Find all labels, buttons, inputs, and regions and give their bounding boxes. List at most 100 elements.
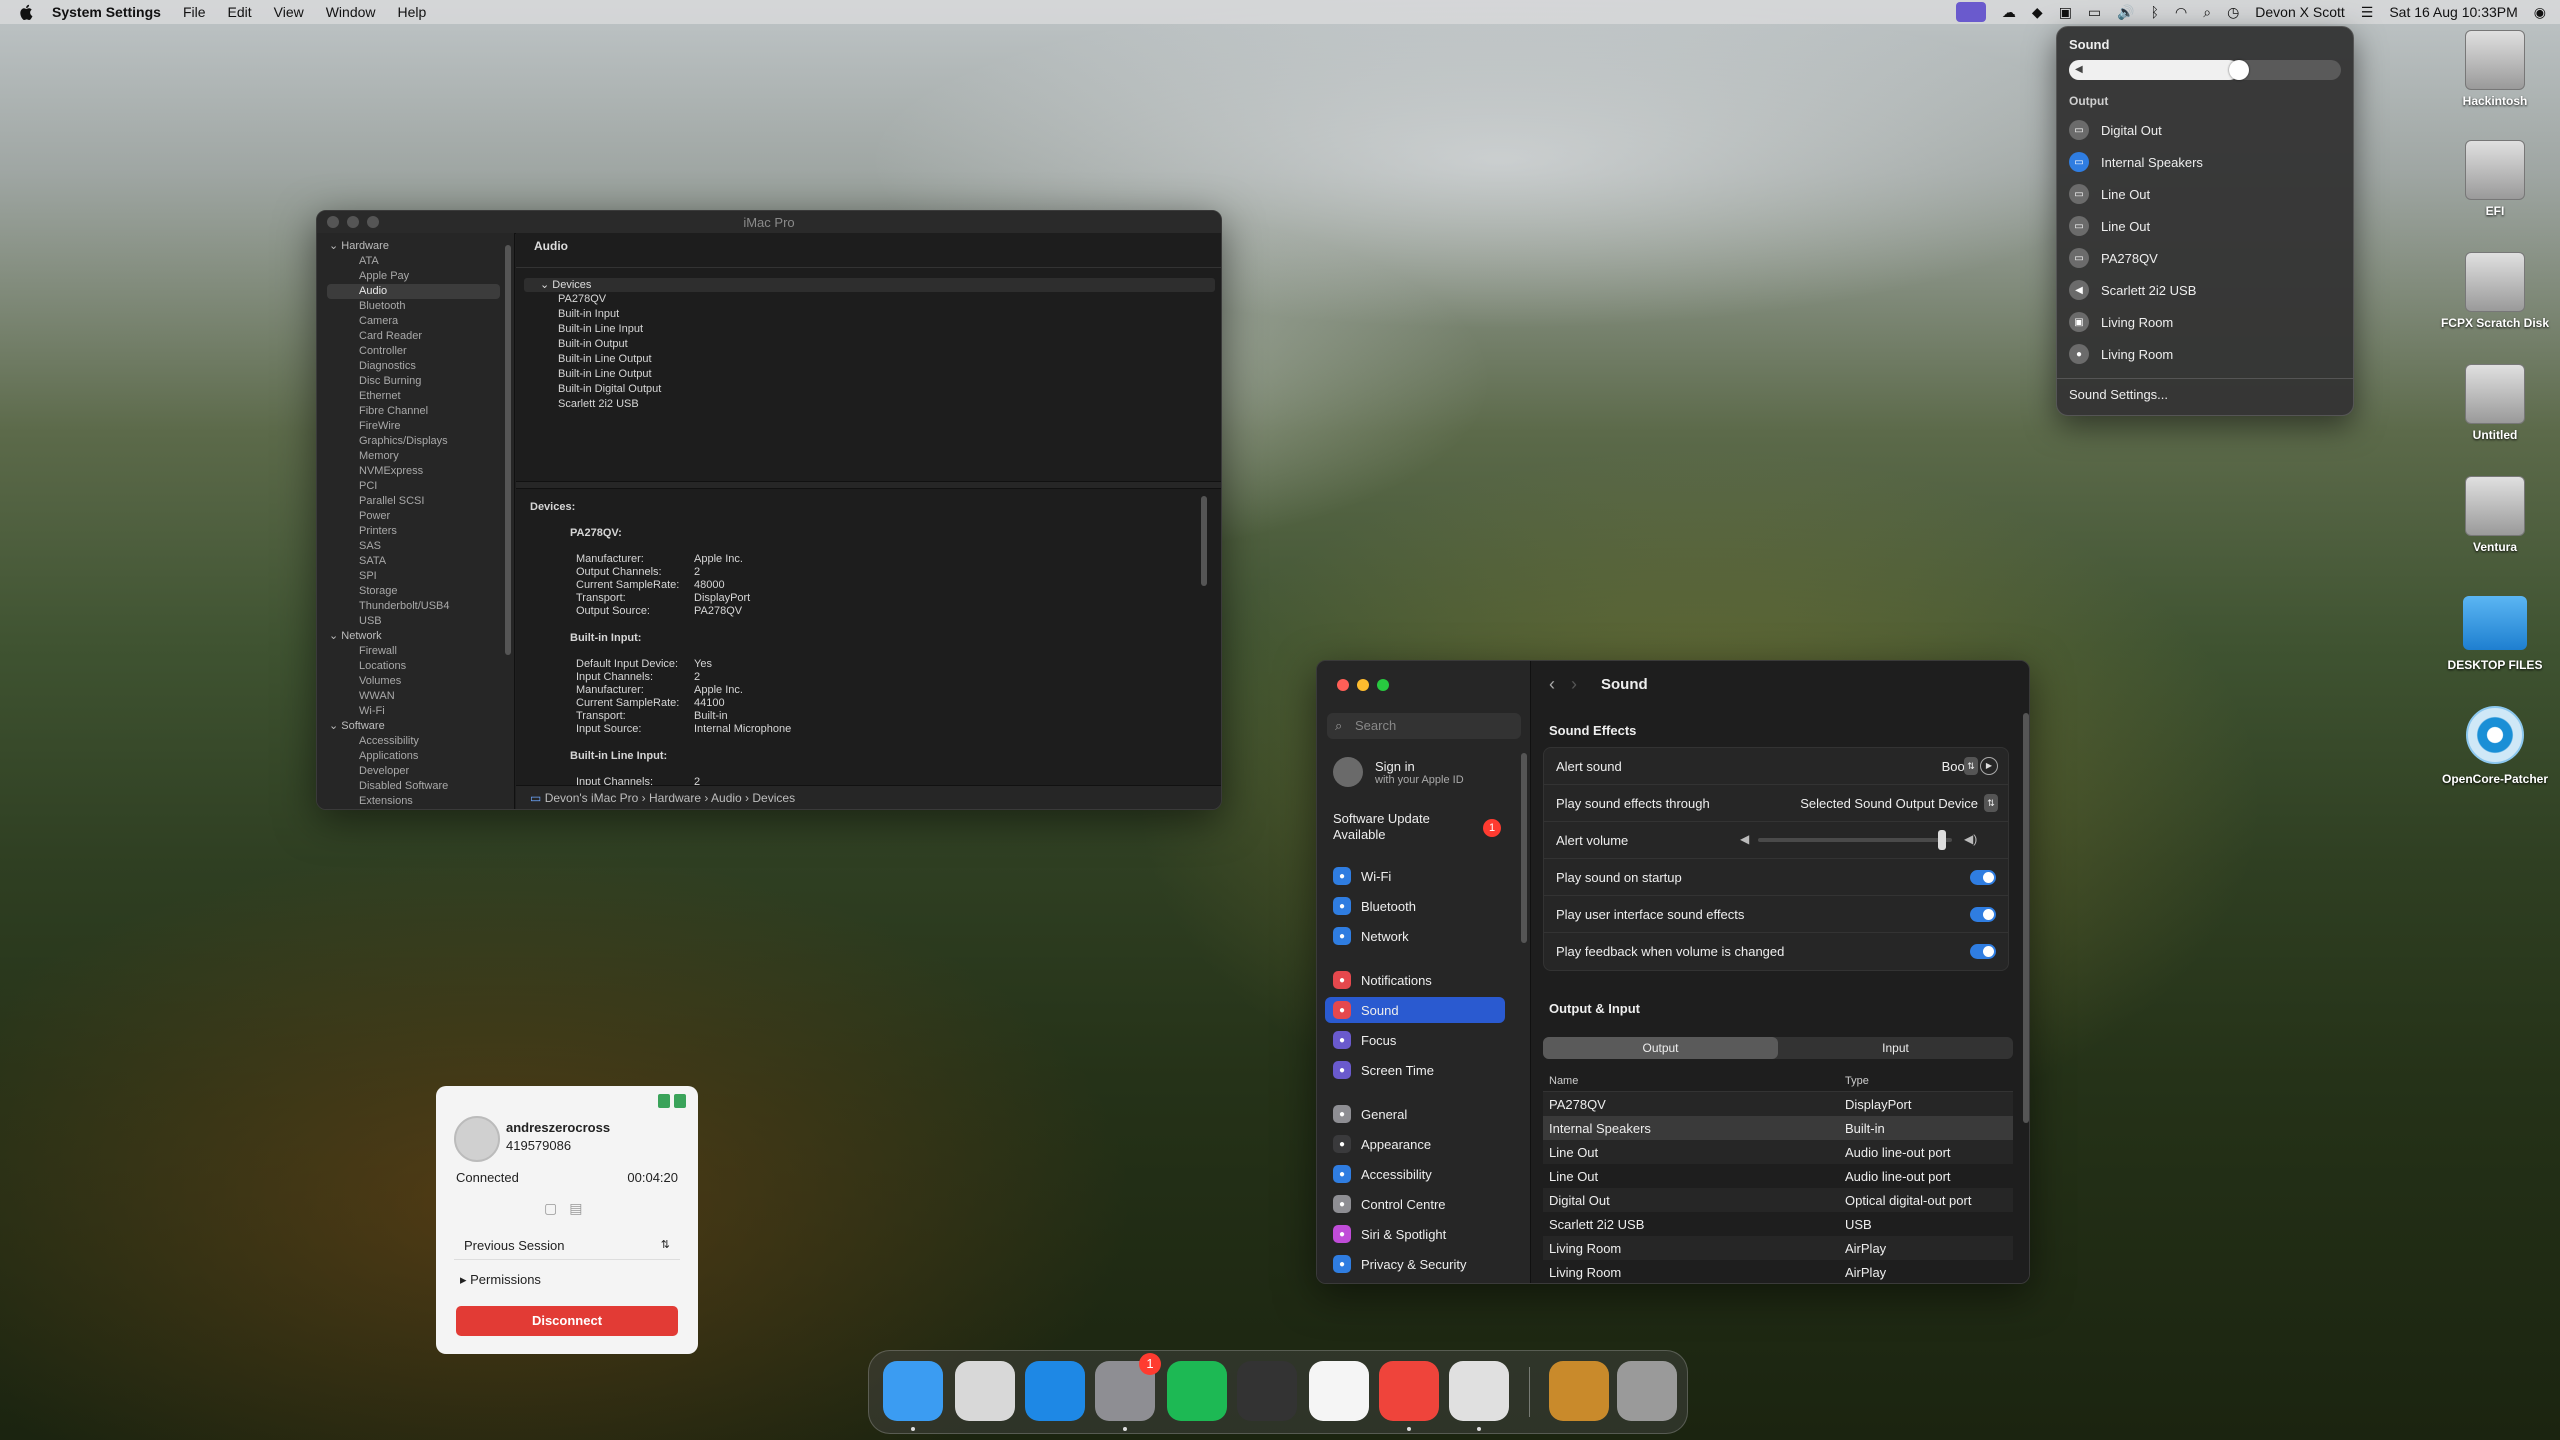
output-option[interactable]: ▭ Internal Speakers xyxy=(2069,146,2341,178)
device-list-item[interactable]: PA278QV xyxy=(516,292,1221,307)
alert-sound-stepper-icon[interactable]: ⇅ xyxy=(1964,757,1978,775)
output-option[interactable]: ▣ Living Room xyxy=(2069,306,2341,338)
sidebar-scrollbar[interactable] xyxy=(1521,753,1527,943)
table-row[interactable]: Living Room AirPlay xyxy=(1543,1260,2013,1283)
alert-volume-knob[interactable] xyxy=(1938,830,1947,850)
toggle-switch[interactable] xyxy=(1970,944,1996,959)
desktop-icon-efi[interactable]: EFI xyxy=(2430,140,2560,218)
device-list-item[interactable]: Built-in Line Output xyxy=(516,367,1221,382)
sound-settings-link[interactable]: Sound Settings... xyxy=(2069,387,2341,402)
sidebar-item-ata[interactable]: ATA xyxy=(317,254,514,269)
sidebar-item-usb[interactable]: USB xyxy=(317,614,514,629)
control-centre-icon[interactable]: ☰ xyxy=(2361,4,2374,21)
sidebar-group-software[interactable]: ⌄ Software xyxy=(317,719,514,734)
display-icon[interactable]: ▭ xyxy=(2088,4,2101,21)
play-icon[interactable]: ▶ xyxy=(1980,757,1998,775)
sidebar-item-pci[interactable]: PCI xyxy=(317,479,514,494)
safari-icon[interactable] xyxy=(1025,1361,1085,1421)
screen-sharing-icon[interactable] xyxy=(1955,2,1986,22)
sidebar-item-disc-burning[interactable]: Disc Burning xyxy=(317,374,514,389)
freeform-icon[interactable] xyxy=(1309,1361,1369,1421)
output-option[interactable]: ● Living Room xyxy=(2069,338,2341,370)
software-update-item[interactable]: Software Update Available xyxy=(1333,811,1483,843)
device-list-item[interactable]: Built-in Output xyxy=(516,337,1221,352)
menu-app-name[interactable]: System Settings xyxy=(52,4,161,20)
date-time[interactable]: Sat 16 Aug 10:33PM xyxy=(2389,4,2517,20)
tab-output[interactable]: Output xyxy=(1543,1037,1778,1059)
alert-volume-slider[interactable] xyxy=(1758,838,1952,842)
path-text[interactable]: Devon's iMac Pro › Hardware › Audio › De… xyxy=(545,791,795,805)
device-list-item[interactable]: Built-in Line Output xyxy=(516,352,1221,367)
volume-icon[interactable]: 🔊 xyxy=(2117,4,2134,21)
sidebar-item-bluetooth[interactable]: Bluetooth xyxy=(317,299,514,314)
devices-disclosure-row[interactable]: ⌄ Devices xyxy=(524,278,1215,292)
back-chevron-icon[interactable]: ‹ xyxy=(1549,674,1555,695)
detail-scrollbar[interactable] xyxy=(1201,496,1207,586)
tab-input[interactable]: Input xyxy=(1778,1037,2013,1059)
sidebar-item-wi-fi[interactable]: ● Wi-Fi xyxy=(1325,863,1505,889)
toggle-switch[interactable] xyxy=(1970,906,1996,922)
sidebar-item-focus[interactable]: ● Focus xyxy=(1325,1027,1505,1053)
device-list-item[interactable]: Built-in Input xyxy=(516,307,1221,322)
sidebar-item-bluetooth[interactable]: ● Bluetooth xyxy=(1325,893,1505,919)
session-select[interactable]: Previous Session ⇅ xyxy=(454,1232,680,1260)
zoom-button[interactable] xyxy=(1377,679,1389,691)
output-option[interactable]: ▭ PA278QV xyxy=(2069,242,2341,274)
sidebar-item-thunderbolt-usb4[interactable]: Thunderbolt/USB4 xyxy=(317,599,514,614)
table-row[interactable]: Scarlett 2i2 USB USB xyxy=(1543,1212,2013,1236)
chat-icon[interactable] xyxy=(674,1094,686,1108)
device-list-item[interactable]: Scarlett 2i2 USB xyxy=(516,397,1221,412)
sidebar-item-sas[interactable]: SAS xyxy=(317,539,514,554)
sidebar-item-spi[interactable]: SPI xyxy=(317,569,514,584)
output-option[interactable]: ▭ Line Out xyxy=(2069,210,2341,242)
wifi-icon[interactable]: ◠ xyxy=(2175,4,2187,21)
creative-cloud-icon[interactable]: ☁ xyxy=(2002,4,2016,21)
column-type-header[interactable]: Type xyxy=(1843,1075,2013,1087)
search-input[interactable]: ⌕ Search xyxy=(1327,713,1521,739)
sidebar-item-firewire[interactable]: FireWire xyxy=(317,419,514,434)
sidebar-item-applications[interactable]: Applications xyxy=(317,749,514,764)
sidebar-item-camera[interactable]: Camera xyxy=(317,314,514,329)
sidebar-item-ethernet[interactable]: Ethernet xyxy=(317,389,514,404)
sidebar-item-notifications[interactable]: ● Notifications xyxy=(1325,967,1505,993)
toggle-switch[interactable] xyxy=(1970,869,1996,885)
launchpad-icon[interactable] xyxy=(955,1361,1015,1421)
file-transfer-icon[interactable]: ▢ xyxy=(544,1200,557,1217)
apple-id-signin[interactable]: Sign in with your Apple ID xyxy=(1333,757,1464,787)
table-row[interactable]: Internal Speakers Built-in xyxy=(1543,1116,2013,1140)
sidebar-item-locations[interactable]: Locations xyxy=(317,659,514,674)
bluetooth-icon[interactable]: ᛒ xyxy=(2151,4,2159,20)
sidebar-item-accessibility[interactable]: Accessibility xyxy=(317,734,514,749)
siri-icon[interactable]: ◉ xyxy=(2534,4,2546,21)
menu-window[interactable]: Window xyxy=(326,4,376,20)
sidebar-item-control-centre[interactable]: ● Control Centre xyxy=(1325,1191,1505,1217)
desktop-icon-fcpx-scratch-disk[interactable]: FCPX Scratch Disk xyxy=(2430,252,2560,330)
sidebar-item-screen-time[interactable]: ● Screen Time xyxy=(1325,1057,1505,1083)
sidebar-item-wwan[interactable]: WWAN xyxy=(317,689,514,704)
desktop-icon-opencore-patcher[interactable]: OpenCore-Patcher xyxy=(2430,706,2560,786)
play-through-stepper-icon[interactable]: ⇅ xyxy=(1984,794,1998,812)
table-row[interactable]: PA278QV DisplayPort xyxy=(1543,1092,2013,1116)
menu-help[interactable]: Help xyxy=(398,4,427,20)
split-divider[interactable] xyxy=(516,481,1221,489)
table-row[interactable]: Digital Out Optical digital-out port xyxy=(1543,1188,2013,1212)
spotify-icon[interactable] xyxy=(1167,1361,1227,1421)
sidebar-item-storage[interactable]: Storage xyxy=(317,584,514,599)
table-row[interactable]: Line Out Audio line-out port xyxy=(1543,1164,2013,1188)
device-list-item[interactable]: Built-in Line Input xyxy=(516,322,1221,337)
spotlight-icon[interactable]: ⌕ xyxy=(2203,4,2211,21)
close-button[interactable] xyxy=(1337,679,1349,691)
sidebar-item-sound[interactable]: ● Sound xyxy=(1325,997,1505,1023)
sidebar-group-network[interactable]: ⌄ Network xyxy=(317,629,514,644)
sidebar-item-power[interactable]: Power xyxy=(317,509,514,524)
sidebar-item-developer[interactable]: Developer xyxy=(317,764,514,779)
column-name-header[interactable]: Name xyxy=(1543,1075,1843,1087)
output-option[interactable]: ▭ Digital Out xyxy=(2069,114,2341,146)
sidebar-item-disabled-software[interactable]: Disabled Software xyxy=(317,779,514,794)
anydesk-icon[interactable] xyxy=(1379,1361,1439,1421)
time-machine-icon[interactable]: ◷ xyxy=(2227,4,2239,21)
sidebar-item-firewall[interactable]: Firewall xyxy=(317,644,514,659)
activity-icon[interactable]: ▣ xyxy=(2059,4,2072,21)
sidebar-item-card-reader[interactable]: Card Reader xyxy=(317,329,514,344)
sidebar-item-general[interactable]: ● General xyxy=(1325,1101,1505,1127)
